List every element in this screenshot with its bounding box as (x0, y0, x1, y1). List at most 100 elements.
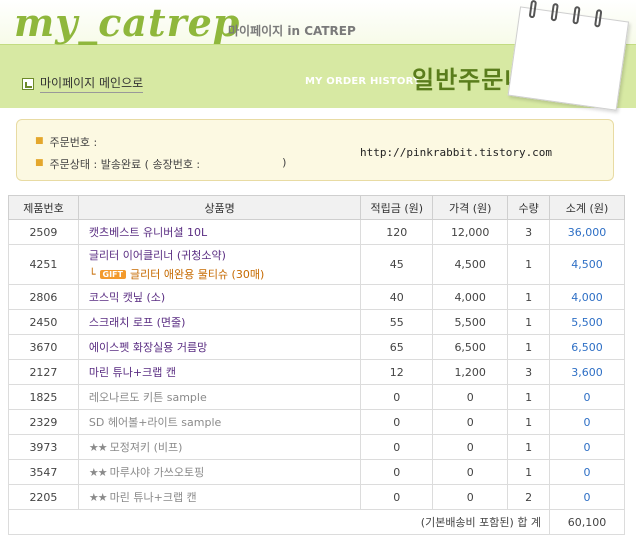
subtotal-cell: 4,000 (549, 284, 625, 310)
product-name-link[interactable]: 마린 튜나+크랩 캔 (110, 491, 197, 504)
col-header-points: 적립금 (원) (360, 195, 434, 220)
star-icon: ★★ (88, 491, 108, 504)
product-name-link[interactable]: 모정져키 (비프) (110, 441, 183, 454)
points-cell: 0 (360, 384, 434, 410)
table-row: 2205 ★★ 마린 튜나+크랩 캔 0 0 2 0 (8, 484, 625, 510)
points-cell: 120 (360, 219, 434, 245)
table-row: 3547 ★★ 마루샤야 가쓰오토핑 0 0 1 0 (8, 459, 625, 485)
price-cell: 1,200 (432, 359, 509, 385)
points-cell: 55 (360, 309, 434, 335)
product-name-link[interactable]: SD 헤어볼+라이트 sample (77, 409, 362, 435)
col-header-price: 가격 (원) (432, 195, 509, 220)
product-id: 2205 (8, 484, 79, 510)
order-history-english: MY ORDER HISTORY (305, 76, 421, 87)
product-id: 2329 (8, 409, 79, 435)
order-table: 제품번호 상품명 적립금 (원) 가격 (원) 수량 소계 (원) 2509 캣… (7, 195, 625, 535)
bullet-icon: ■ (35, 158, 44, 168)
qty-cell: 1 (507, 384, 551, 410)
table-row: 2127 마린 튜나+크랩 캔 12 1,200 3 3,600 (8, 359, 625, 385)
product-name-cell: ★★ 마린 튜나+크랩 캔 (77, 484, 362, 510)
gift-name-link[interactable]: 글리터 애완용 물티슈 (30매) (130, 266, 264, 282)
product-name-link[interactable]: 에이스펫 화장실용 거름망 (77, 334, 362, 360)
price-cell: 4,000 (432, 284, 509, 310)
price-cell: 0 (432, 409, 509, 435)
mypage-home-link[interactable]: 마이페이지 메인으로 (22, 74, 144, 93)
subtotal-cell: 0 (549, 434, 625, 460)
product-id: 1825 (8, 384, 79, 410)
order-status-row: ■ 주문상태 : 발송완료 ( 송장번호 : ) (35, 156, 286, 172)
table-row: 1825 레오나르도 키튼 sample 0 0 1 0 (8, 384, 625, 410)
product-id: 2450 (8, 309, 79, 335)
points-cell: 65 (360, 334, 434, 360)
order-status-close: ) (282, 156, 287, 169)
points-cell: 45 (360, 244, 434, 285)
product-name-link[interactable]: 캣츠베스트 유니버셜 10L (77, 219, 362, 245)
price-cell: 5,500 (432, 309, 509, 335)
subtotal-cell: 0 (549, 484, 625, 510)
points-cell: 0 (360, 434, 434, 460)
points-cell: 0 (360, 484, 434, 510)
product-name-link[interactable]: 레오나르도 키튼 sample (77, 384, 362, 410)
order-number-row: ■ 주문번호 : (35, 134, 97, 150)
table-row: 2509 캣츠베스트 유니버셜 10L 120 12,000 3 36,000 (8, 219, 625, 245)
product-name-link[interactable]: 스크래치 로프 (면줄) (77, 309, 362, 335)
table-header-row: 제품번호 상품명 적립금 (원) 가격 (원) 수량 소계 (원) (8, 195, 625, 220)
product-id: 4251 (8, 244, 79, 285)
product-id: 3973 (8, 434, 79, 460)
qty-cell: 1 (507, 434, 551, 460)
points-cell: 40 (360, 284, 434, 310)
home-link-label[interactable]: 마이페이지 메인으로 (40, 74, 144, 93)
qty-cell: 1 (507, 244, 551, 285)
subtotal-cell: 36,000 (549, 219, 625, 245)
order-status-label: 주문상태 : 발송완료 ( 송장번호 : (49, 158, 201, 171)
subtotal-cell: 0 (549, 409, 625, 435)
gift-line: └ GIFT 글리터 애완용 물티슈 (30매) (89, 266, 360, 282)
subtotal-cell: 0 (549, 459, 625, 485)
product-name-link[interactable]: 마루샤야 가쓰오토핑 (110, 466, 205, 479)
points-cell: 0 (360, 409, 434, 435)
table-row: 2450 스크래치 로프 (면줄) 55 5,500 1 5,500 (8, 309, 625, 335)
qty-cell: 1 (507, 409, 551, 435)
product-name-cell: ★★ 모정져키 (비프) (77, 434, 362, 460)
qty-cell: 1 (507, 459, 551, 485)
subtotal-cell: 3,600 (549, 359, 625, 385)
col-header-id: 제품번호 (8, 195, 79, 220)
product-id: 3670 (8, 334, 79, 360)
watermark-url: http://pinkrabbit.tistory.com (360, 146, 553, 159)
grand-total: 60,100 (549, 509, 625, 535)
product-name-link[interactable]: 코스믹 캣닢 (소) (77, 284, 362, 310)
subtotal-cell: 4,500 (549, 244, 625, 285)
product-name-link[interactable]: 마린 튜나+크랩 캔 (77, 359, 362, 385)
notebook-paper (507, 6, 630, 111)
sub-item-arrow-icon: └ (88, 267, 96, 281)
product-name-cell: 글리터 이어클리너 (귀청소약) └ GIFT 글리터 애완용 물티슈 (30매… (77, 244, 362, 285)
qty-cell: 2 (507, 484, 551, 510)
subtotal-cell: 5,500 (549, 309, 625, 335)
col-header-name: 상품명 (77, 195, 362, 220)
star-icon: ★★ (88, 441, 108, 454)
product-id: 2509 (8, 219, 79, 245)
return-arrow-icon (22, 77, 34, 90)
price-cell: 6,500 (432, 334, 509, 360)
star-icon: ★★ (88, 466, 108, 479)
total-label: (기본배송비 포함된) 합 계 (7, 509, 550, 535)
product-id: 3547 (8, 459, 79, 485)
table-footer-row: (기본배송비 포함된) 합 계 60,100 (7, 509, 625, 535)
notebook-icon (507, 0, 636, 112)
table-row: 2806 코스믹 캣닢 (소) 40 4,000 1 4,000 (8, 284, 625, 310)
product-name-cell: ★★ 마루샤야 가쓰오토핑 (77, 459, 362, 485)
product-id: 2127 (8, 359, 79, 385)
table-row: 4251 글리터 이어클리너 (귀청소약) └ GIFT 글리터 애완용 물티슈… (8, 244, 625, 285)
col-header-qty: 수량 (507, 195, 551, 220)
qty-cell: 3 (507, 359, 551, 385)
price-cell: 0 (432, 484, 509, 510)
table-row: 2329 SD 헤어볼+라이트 sample 0 0 1 0 (8, 409, 625, 435)
site-logo[interactable]: my_catrep (14, 0, 240, 45)
col-header-subtotal: 소계 (원) (549, 195, 625, 220)
price-cell: 12,000 (432, 219, 509, 245)
points-cell: 0 (360, 459, 434, 485)
order-number-label: 주문번호 : (49, 136, 98, 149)
price-cell: 0 (432, 434, 509, 460)
product-name-link[interactable]: 글리터 이어클리너 (귀청소약) (89, 247, 360, 263)
price-cell: 4,500 (432, 244, 509, 285)
